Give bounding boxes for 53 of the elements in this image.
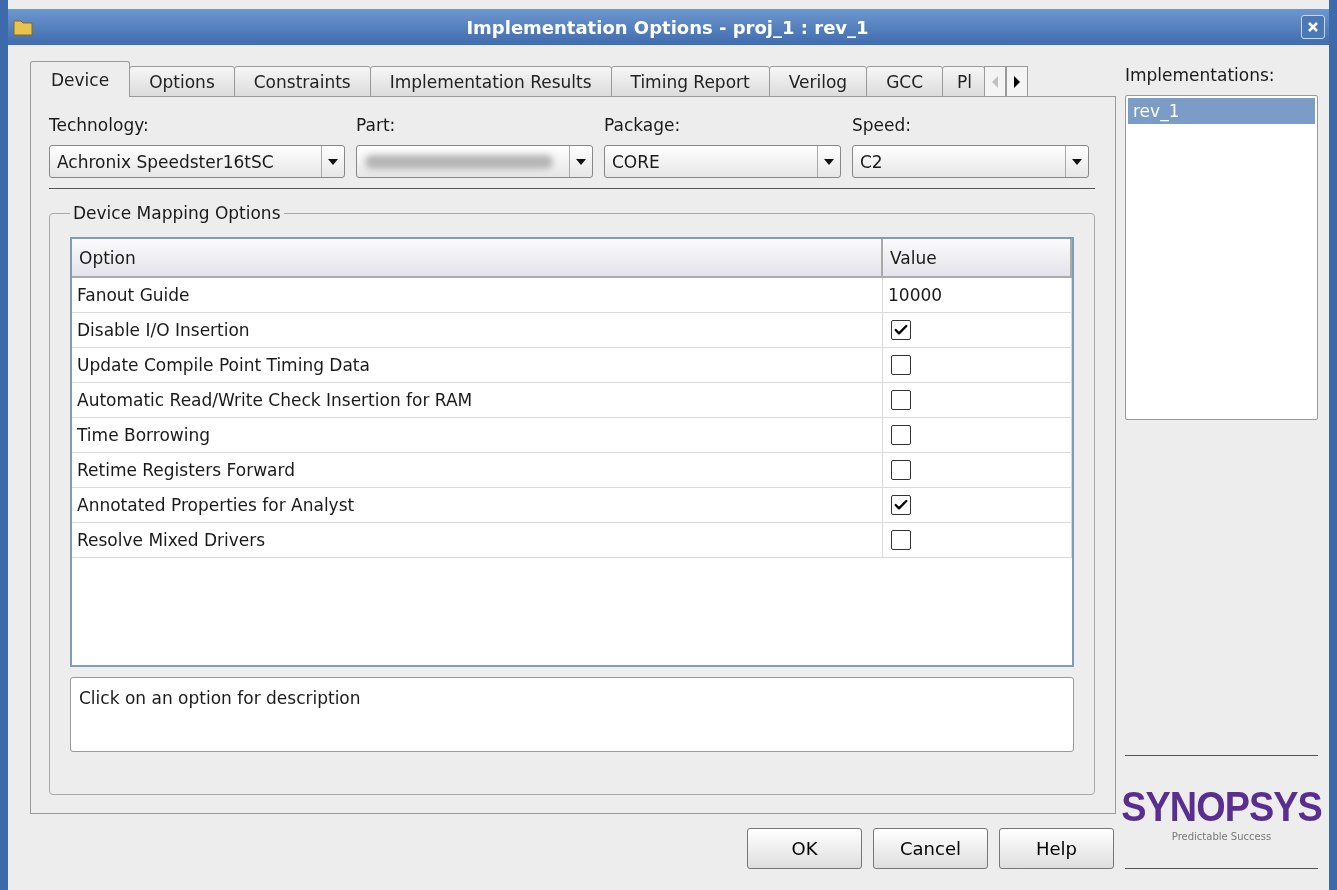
table-cell: Retime Registers Forward <box>72 453 883 487</box>
checkbox[interactable] <box>891 495 911 515</box>
column-header[interactable]: Value <box>883 239 1072 276</box>
group-title: Device Mapping Options <box>72 203 282 223</box>
checkbox[interactable] <box>891 320 911 340</box>
table-cell: 10000 <box>883 278 1072 312</box>
tab[interactable]: Implementation Results <box>369 66 612 97</box>
dialog-button[interactable]: Help <box>999 828 1114 869</box>
dialog-button[interactable]: Cancel <box>873 828 988 869</box>
description-text: Click on an option for description <box>79 688 361 708</box>
dropdown[interactable] <box>356 145 593 178</box>
scroll-right-button[interactable] <box>1006 66 1029 97</box>
table-cell: Disable I/O Insertion <box>72 313 883 347</box>
dropdown-arrow-icon <box>824 158 834 165</box>
field-label: Part: <box>356 115 397 135</box>
window-title: Implementation Options - proj_1 : rev_1 <box>465 16 870 38</box>
checkbox[interactable] <box>891 355 911 375</box>
logo-text: SYNOPSYS <box>1121 782 1322 831</box>
table-cell: Annotated Properties for Analyst <box>72 488 883 522</box>
tab[interactable]: Constraints <box>233 66 371 97</box>
tab[interactable]: Timing Report <box>610 66 770 97</box>
field-label: Package: <box>604 115 682 135</box>
checkbox[interactable] <box>891 390 911 410</box>
checkbox[interactable] <box>891 425 911 445</box>
tab[interactable]: Options <box>129 66 235 97</box>
close-icon <box>1307 21 1319 33</box>
checkbox[interactable] <box>891 460 911 480</box>
logo-tagline: Predictable Success <box>1171 830 1272 842</box>
left-arrow-icon <box>991 75 1000 88</box>
tab[interactable]: Pl <box>942 66 986 97</box>
table-cell: Resolve Mixed Drivers <box>72 523 883 557</box>
list-label: Implementations: <box>1125 65 1276 85</box>
checkbox[interactable] <box>891 530 911 550</box>
table-cell: Automatic Read/Write Check Insertion for RAM <box>72 383 883 417</box>
folder-icon <box>12 17 34 37</box>
tab[interactable]: GCC <box>866 66 944 97</box>
dropdown[interactable]: CORE <box>604 145 841 178</box>
tab[interactable]: Device <box>30 61 131 97</box>
table-cell: Time Borrowing <box>72 418 883 452</box>
column-header[interactable]: Option <box>72 239 883 276</box>
dialog-button[interactable]: OK <box>747 828 862 869</box>
table-cell: Update Compile Point Timing Data <box>72 348 883 382</box>
field-label: Speed: <box>852 115 913 135</box>
dropdown-arrow-icon <box>1072 158 1082 165</box>
right-arrow-icon <box>1013 75 1022 88</box>
dropdown[interactable]: Achronix Speedster16tSC <box>49 145 345 178</box>
dropdown[interactable]: C2 <box>852 145 1089 178</box>
dropdown-arrow-icon <box>576 158 586 165</box>
close-button[interactable] <box>1301 15 1325 39</box>
dropdown-arrow-icon <box>328 158 338 165</box>
field-label: Technology: <box>49 115 150 135</box>
table-cell: Fanout Guide <box>72 278 883 312</box>
tab[interactable]: Verilog <box>768 66 868 97</box>
